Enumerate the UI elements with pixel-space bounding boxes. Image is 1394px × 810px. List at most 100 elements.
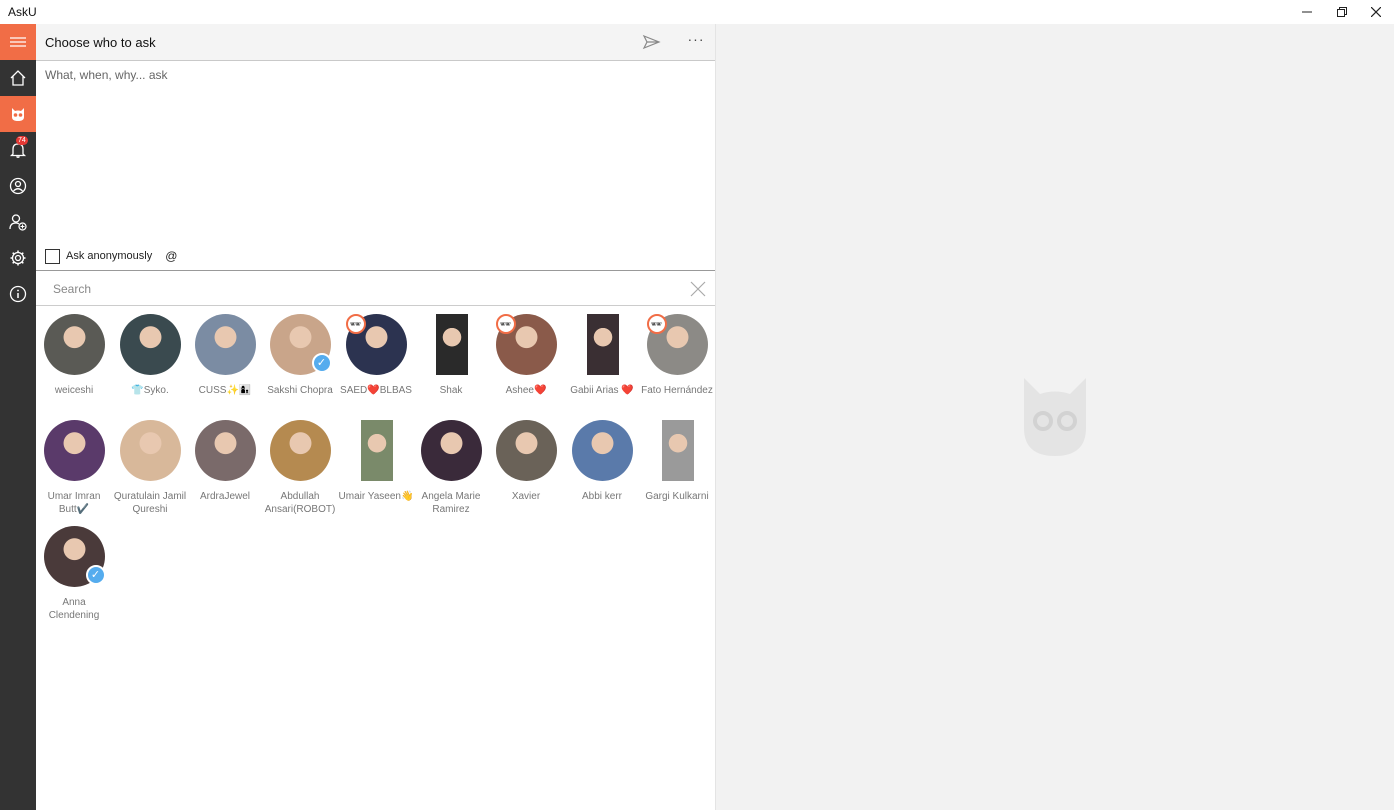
- user-card[interactable]: Shak: [413, 314, 489, 397]
- avatar-image: [435, 314, 468, 375]
- avatar-image: [119, 314, 181, 375]
- avatar-image: [194, 420, 256, 481]
- avatar-image: [495, 420, 557, 481]
- user-card[interactable]: Angela Marie Ramirez: [413, 420, 489, 516]
- user-card[interactable]: CUSS✨👩‍👦: [187, 314, 263, 397]
- user-card[interactable]: ArdraJewel: [187, 420, 263, 503]
- ask-anonymously-label: Ask anonymously: [66, 250, 153, 262]
- avatar-image: [571, 420, 633, 481]
- info-icon: [9, 285, 27, 303]
- user-name: Fato Hernández: [641, 385, 713, 396]
- avatar-image: [586, 314, 619, 375]
- avatar: 🕶: [646, 314, 708, 375]
- avatar: [194, 314, 256, 375]
- user-name: Umair Yaseen👋: [338, 491, 414, 502]
- send-button[interactable]: [642, 33, 662, 51]
- avatar-image: [420, 420, 482, 481]
- avatar: [420, 420, 482, 481]
- avatar: ✓: [43, 526, 106, 587]
- question-input[interactable]: [36, 62, 715, 232]
- gear-icon: [10, 250, 26, 266]
- user-name: Abdullah Ansari(ROBOT): [264, 491, 336, 515]
- close-icon: [1371, 7, 1381, 17]
- app-title: AskU: [8, 5, 37, 19]
- user-card[interactable]: ✓ Anna Clendening: [36, 526, 112, 622]
- user-card[interactable]: 👕Syko.: [112, 314, 188, 397]
- avatar: [43, 314, 105, 375]
- avatar-image: [194, 314, 256, 375]
- user-card[interactable]: Gabii Arias ❤️: [564, 314, 640, 397]
- hamburger-menu-button[interactable]: [0, 24, 36, 60]
- avatar-image: [119, 420, 181, 481]
- mention-button[interactable]: @: [165, 249, 177, 263]
- avatar: [269, 420, 331, 481]
- user-card[interactable]: Gargi Kulkarni: [639, 420, 715, 503]
- avatar: [346, 420, 407, 481]
- user-card[interactable]: 🕶 Fato Hernández: [639, 314, 715, 397]
- sidebar: 74: [0, 24, 36, 810]
- user-card[interactable]: 🕶 SAED❤️BLBAS: [338, 314, 414, 397]
- sidebar-item-ask[interactable]: [0, 96, 36, 132]
- avatar: [647, 420, 708, 481]
- avatar: [572, 314, 633, 375]
- restore-button[interactable]: [1325, 0, 1359, 24]
- user-add-icon: [9, 214, 27, 231]
- send-icon: [642, 34, 661, 50]
- anonymous-mask-icon: 🕶: [495, 314, 516, 334]
- user-card[interactable]: Umar Imran Butt✔️: [36, 420, 112, 516]
- user-name: 👕Syko.: [131, 385, 169, 396]
- user-name: Umar Imran Butt✔️: [47, 491, 101, 515]
- more-options-button[interactable]: ···: [684, 31, 708, 51]
- sidebar-item-settings[interactable]: [0, 240, 36, 276]
- user-card[interactable]: Abdullah Ansari(ROBOT): [262, 420, 338, 516]
- user-card[interactable]: Xavier: [488, 420, 564, 503]
- avatar-image: [269, 420, 331, 481]
- avatar: [495, 420, 557, 481]
- avatar: [119, 420, 181, 481]
- search-input[interactable]: [53, 280, 653, 298]
- user-card[interactable]: ✓ Sakshi Chopra: [262, 314, 338, 397]
- user-name: ArdraJewel: [199, 491, 251, 502]
- user-name: Angela Marie Ramirez: [421, 491, 481, 515]
- user-card[interactable]: Quratulain Jamil Qureshi: [112, 420, 188, 516]
- user-circle-icon: [9, 177, 27, 195]
- title-bar: AskU: [0, 0, 1394, 24]
- user-card[interactable]: Umair Yaseen👋: [338, 420, 414, 503]
- sidebar-item-notifications[interactable]: 74: [0, 132, 36, 168]
- user-name: SAED❤️BLBAS: [340, 385, 412, 396]
- user-name: weiceshi: [54, 385, 94, 396]
- close-button[interactable]: [1359, 0, 1393, 24]
- avatar: [119, 314, 181, 375]
- close-icon: [690, 281, 706, 297]
- sidebar-item-home[interactable]: [0, 60, 36, 96]
- sidebar-item-add-friend[interactable]: [0, 204, 36, 240]
- avatar: [194, 420, 256, 481]
- user-card[interactable]: weiceshi: [36, 314, 112, 397]
- header: Choose who to ask ···: [36, 24, 715, 61]
- user-name: CUSS✨👩‍👦: [198, 385, 252, 396]
- owl-icon: [12, 108, 24, 121]
- detail-panel: [715, 24, 1394, 810]
- avatar: [421, 314, 482, 375]
- user-card[interactable]: 🕶 Ashee❤️: [488, 314, 564, 397]
- ask-anonymously-checkbox[interactable]: [45, 248, 60, 264]
- user-card[interactable]: Abbi kerr: [564, 420, 640, 503]
- anonymous-row: Ask anonymously @: [45, 248, 177, 264]
- anonymous-mask-icon: 🕶: [646, 314, 667, 334]
- sidebar-item-profile[interactable]: [0, 168, 36, 204]
- clear-search-button[interactable]: [688, 279, 708, 299]
- sidebar-item-about[interactable]: [0, 276, 36, 312]
- user-name: Shak: [439, 385, 463, 396]
- user-name: Xavier: [511, 491, 541, 502]
- avatar: [43, 420, 105, 481]
- avatar: ✓: [269, 314, 332, 375]
- avatar-image: [661, 420, 694, 481]
- minimize-icon: [1302, 11, 1312, 13]
- user-name: Gargi Kulkarni: [645, 491, 709, 502]
- minimize-button[interactable]: [1290, 0, 1324, 24]
- avatar-image: [43, 314, 105, 375]
- user-name: Quratulain Jamil Qureshi: [113, 491, 187, 515]
- verified-badge-icon: ✓: [311, 353, 332, 373]
- home-icon: [10, 70, 26, 86]
- notification-badge: 74: [16, 136, 28, 145]
